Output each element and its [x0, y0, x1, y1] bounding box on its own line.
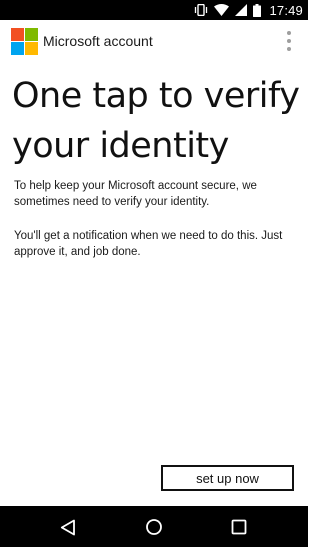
logo-blue-square [11, 42, 24, 55]
logo-green-square [25, 28, 38, 41]
logo-red-square [11, 28, 24, 41]
status-bar: 17:49 [0, 0, 308, 20]
app-title: Microsoft account [43, 33, 153, 49]
overflow-dot [287, 31, 291, 35]
overflow-menu-icon[interactable] [284, 31, 294, 51]
page-headline: One tap to verify your identity [12, 76, 300, 166]
back-button[interactable] [55, 514, 81, 540]
navigation-bar [0, 506, 308, 547]
home-button[interactable] [141, 514, 167, 540]
recents-icon [231, 519, 247, 535]
status-icons: 17:49 [194, 0, 303, 20]
recents-button[interactable] [226, 514, 252, 540]
back-icon [60, 519, 75, 535]
home-icon [146, 519, 162, 535]
set-up-now-button[interactable]: set up now [161, 465, 294, 491]
wifi-icon [214, 4, 230, 16]
status-time: 17:49 [269, 2, 303, 18]
battery-icon [253, 3, 262, 17]
signal-icon [235, 4, 248, 16]
overflow-dot [287, 47, 291, 51]
intro-paragraph: To help keep your Microsoft account secu… [14, 180, 257, 208]
microsoft-logo-icon [11, 28, 38, 55]
notification-paragraph: You'll get a notification when we need t… [14, 230, 283, 258]
logo-yellow-square [25, 42, 38, 55]
vibrate-icon [194, 4, 208, 16]
app-bar: Microsoft account [0, 20, 308, 62]
overflow-dot [287, 39, 291, 43]
